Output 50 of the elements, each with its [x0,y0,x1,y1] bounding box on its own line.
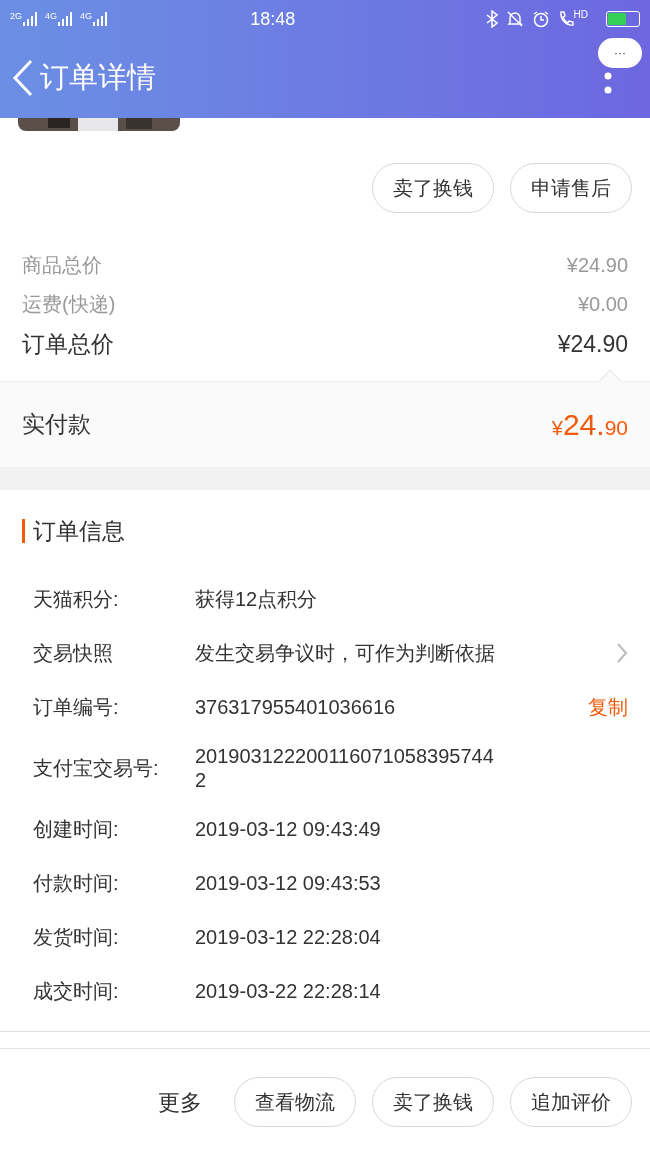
info-label: 成交时间: [33,979,120,1003]
bluetooth-icon [485,10,498,28]
info-value: 2019-03-12 09:43:53 [195,871,382,895]
info-value: 2019031222001160710583957442 [195,744,495,792]
price-value: ¥24.90 [557,329,628,359]
price-label: 订单总价 [22,329,114,359]
more-button[interactable]: 更多 [158,1085,202,1119]
signal-icon [93,12,110,26]
paid-amount: ¥24.90 [551,407,628,443]
info-label: 付款时间: [33,871,120,895]
info-value: 2019-03-12 22:28:04 [195,925,382,949]
info-value: 2019-03-12 09:43:49 [195,817,382,841]
info-value: 获得12点积分 [195,587,319,611]
accent-bar [22,519,25,543]
network-label: 4G [80,12,93,21]
signal-icon [23,12,39,26]
clock-time: 18:48 [249,7,297,31]
hd-label: HD [573,10,588,20]
battery-icon [606,11,640,27]
info-value: 发生交易争议时，可作为判断依据 [195,641,496,665]
info-label: 发货时间: [33,925,120,949]
section-title: 订单信息 [33,516,125,546]
info-label: 支付宝交易号: [33,756,160,780]
muted-bell-icon [505,10,524,28]
action-button[interactable]: 申请售后 [510,163,632,213]
action-button[interactable]: 卖了换钱 [372,163,494,213]
price-value: ¥24.90 [566,252,628,278]
info-label: 创建时间: [33,817,120,841]
price-label: 商品总价 [22,252,102,278]
info-value: 376317955401036616 [195,695,397,719]
action-button[interactable]: 追加评价 [510,1077,632,1127]
info-value: 2019-03-22 22:28:14 [195,979,382,1003]
signal-icon [58,12,75,26]
network-label: 2G [10,12,22,21]
price-label: 运费(快递) [22,291,116,317]
more-dots-icon[interactable] [604,72,612,94]
action-button[interactable]: 卖了换钱 [372,1077,494,1127]
chevron-right-icon[interactable] [616,642,628,664]
info-label: 交易快照 [33,641,114,665]
info-label: 订单编号: [33,695,120,719]
page-title: 订单详情 [40,60,156,96]
info-label: 天猫积分: [33,587,120,611]
network-label: 4G [45,12,58,21]
paid-label: 实付款 [22,410,91,440]
alarm-clock-icon [531,10,550,28]
more-bubble[interactable]: ··· [598,38,642,68]
back-icon[interactable] [12,59,34,97]
phone-icon [557,10,574,28]
action-button[interactable]: 查看物流 [234,1077,356,1127]
price-value: ¥0.00 [577,291,628,317]
